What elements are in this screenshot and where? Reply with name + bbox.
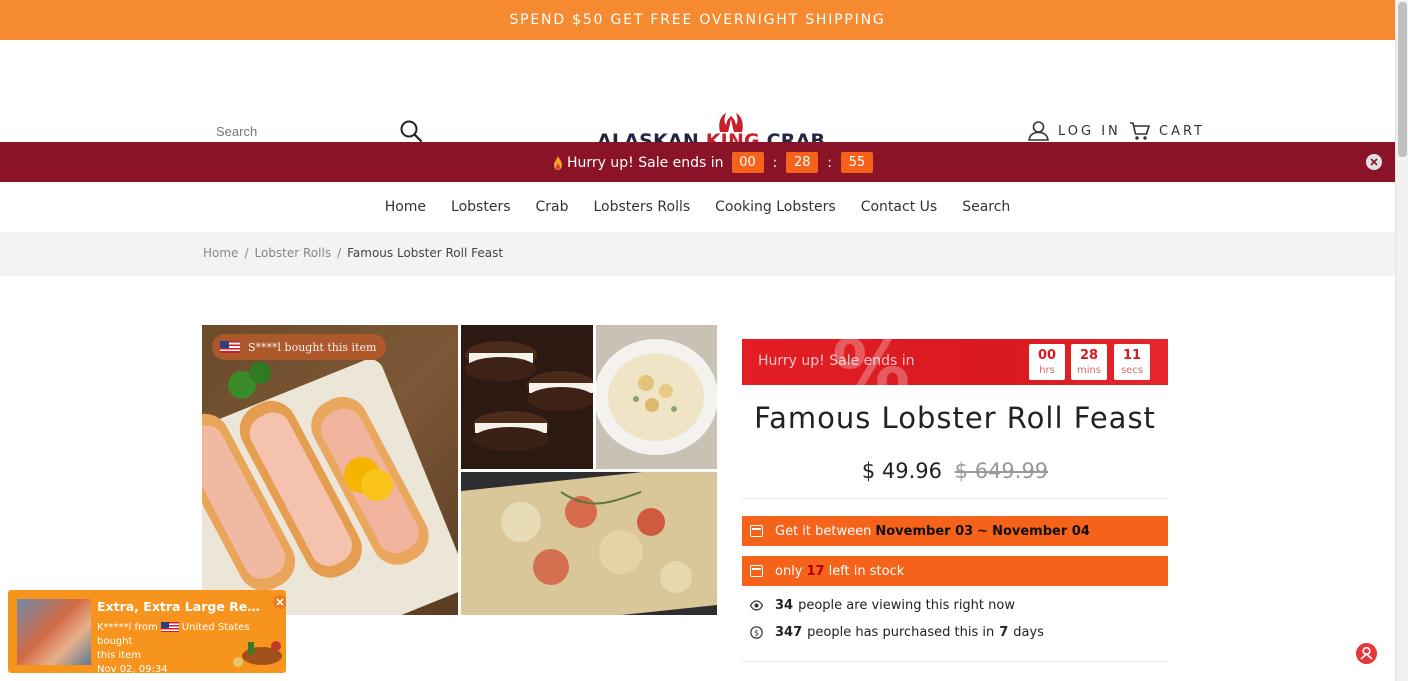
user-icon <box>1028 121 1049 141</box>
breadcrumb-current: Famous Lobster Roll Feast <box>347 246 504 260</box>
delivery-from: November 03 <box>875 523 974 539</box>
delivery-estimate: Get it between November 03 ~ November 04 <box>742 516 1168 546</box>
promo-text: SPEND $50 GET FREE OVERNIGHT SHIPPING <box>509 12 886 28</box>
nav-item-crab[interactable]: Crab <box>523 199 581 215</box>
breadcrumb-separator: / <box>244 246 249 260</box>
delivery-separator: ~ <box>977 523 989 539</box>
stock-count: 17 <box>806 563 825 579</box>
product-image-lobster-rolls[interactable] <box>202 325 458 615</box>
search-box[interactable] <box>216 120 426 142</box>
notification-product-image <box>17 599 91 665</box>
search-input[interactable] <box>216 124 386 139</box>
product-image-lobster-mac[interactable] <box>461 472 717 615</box>
cart-label: CART <box>1159 123 1205 139</box>
purchase-notification[interactable]: Extra, Extra Large Red King ... K*****l … <box>8 590 286 673</box>
product-image-chowder[interactable] <box>596 325 717 469</box>
notification-title: Extra, Extra Large Red King ... <box>97 599 265 614</box>
recent-purchase-text: S****l bought this item <box>248 340 377 354</box>
calendar-icon <box>750 525 763 537</box>
price-original: $ 649.99 <box>954 459 1049 483</box>
gift-icon[interactable] <box>1356 643 1377 664</box>
product-sale-banner: % Hurry up! Sale ends in 00 hrs 28 mins … <box>742 339 1168 385</box>
breadcrumb-separator: / <box>337 246 342 260</box>
purchased-stat: $ 347 people has purchased this in 7 day… <box>742 623 1168 641</box>
recent-purchase-pill: S****l bought this item <box>212 334 387 360</box>
cart-icon <box>1130 122 1150 140</box>
close-icon[interactable] <box>273 595 286 609</box>
site-header: ALASKAN KING CRAB LOG IN CART <box>0 40 1395 152</box>
holiday-decoration <box>228 636 286 670</box>
lobster-mac-illustration <box>461 472 717 615</box>
flame-icon <box>554 155 562 170</box>
countdown-seconds: 55 <box>840 152 873 173</box>
countdown-colon: : <box>827 154 832 171</box>
timer-hours: 00 hrs <box>1029 344 1065 380</box>
nav-item-home[interactable]: Home <box>372 199 438 215</box>
timer-seconds: 11 secs <box>1114 344 1150 380</box>
countdown-colon: : <box>772 154 778 171</box>
timer-minutes: 28 mins <box>1071 344 1107 380</box>
main-nav: Home Lobsters Crab Lobsters Rolls Cookin… <box>0 182 1395 232</box>
divider <box>742 661 1168 662</box>
viewing-count: 34 <box>775 597 794 613</box>
notification-time: Nov 02, 09:34 <box>97 664 168 673</box>
divider <box>742 498 1168 499</box>
nav-item-lobsters[interactable]: Lobsters <box>439 199 523 215</box>
nav-item-cooking-lobsters[interactable]: Cooking Lobsters <box>703 199 849 215</box>
page: SPEND $50 GET FREE OVERNIGHT SHIPPING AL… <box>0 0 1395 681</box>
calendar-icon <box>750 565 763 577</box>
purchased-count: 347 <box>775 624 803 640</box>
delivery-to: November 04 <box>992 523 1090 539</box>
nav-item-lobsters-rolls[interactable]: Lobsters Rolls <box>581 199 703 215</box>
breadcrumb: Home / Lobster Rolls / Famous Lobster Ro… <box>0 232 1395 276</box>
price-row: $ 49.96 $ 649.99 <box>742 459 1168 483</box>
promo-bar: SPEND $50 GET FREE OVERNIGHT SHIPPING <box>0 0 1395 40</box>
login-label: LOG IN <box>1058 123 1121 139</box>
product-gallery <box>202 325 717 615</box>
us-flag-icon <box>160 622 179 632</box>
product-title: Famous Lobster Roll Feast <box>754 401 1156 435</box>
us-flag-icon <box>220 341 240 353</box>
vertical-scrollbar[interactable] <box>1395 0 1408 681</box>
countdown-hours: 00 <box>731 152 764 173</box>
whoopie-pie-illustration <box>461 325 593 469</box>
nav-item-search[interactable]: Search <box>950 199 1023 215</box>
product-image-whoopie-pies[interactable] <box>461 325 593 469</box>
viewers-stat: 34 people are viewing this right now <box>742 596 1168 614</box>
breadcrumb-category[interactable]: Lobster Rolls <box>254 246 331 260</box>
scrollbar-thumb[interactable] <box>1398 2 1407 157</box>
cart-link[interactable]: CART <box>1129 120 1205 142</box>
svg-text:$: $ <box>754 628 759 637</box>
sale-label: Hurry up! Sale ends in <box>567 154 724 171</box>
product-info: % Hurry up! Sale ends in 00 hrs 28 mins … <box>742 339 1168 662</box>
close-icon[interactable] <box>1366 154 1382 170</box>
eye-icon <box>750 599 763 611</box>
nav-item-contact-us[interactable]: Contact Us <box>848 199 949 215</box>
dollar-icon: $ <box>750 625 763 639</box>
chowder-illustration <box>596 325 717 469</box>
search-icon[interactable] <box>400 120 422 142</box>
breadcrumb-home[interactable]: Home <box>203 246 238 260</box>
purchased-days: 7 <box>999 624 1009 640</box>
banner-hurry-text: Hurry up! Sale ends in <box>758 353 915 369</box>
stock-notice: only 17 left in stock <box>742 556 1168 586</box>
lobster-roll-illustration <box>202 359 458 615</box>
countdown-minutes: 28 <box>786 152 819 173</box>
sale-countdown-bar: Hurry up! Sale ends in 00 : 28 : 55 <box>0 142 1395 182</box>
price-current: $ 49.96 <box>861 459 942 483</box>
login-link[interactable]: LOG IN <box>1028 120 1121 142</box>
